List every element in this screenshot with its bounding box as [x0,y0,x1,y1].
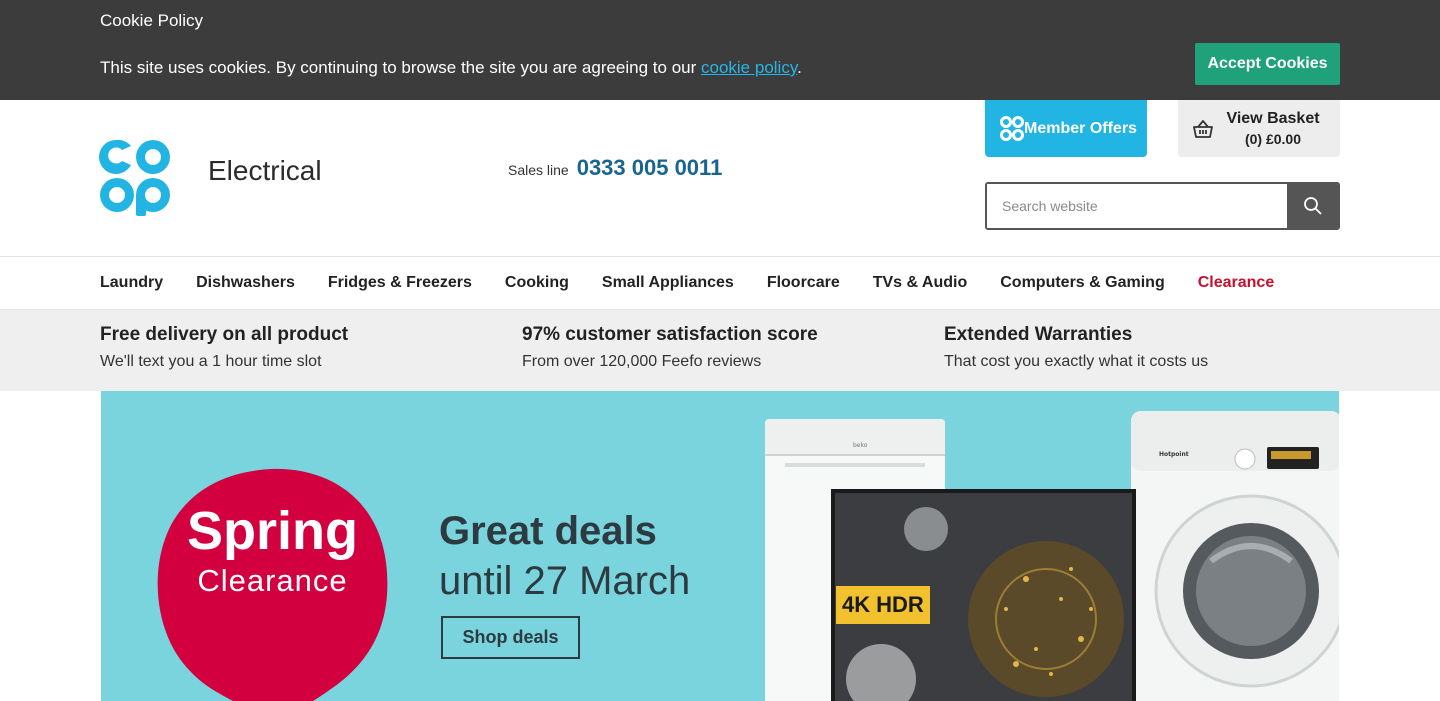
basket-summary: View Basket (0) £0.00 [1214,109,1340,149]
site-brand: Electrical [208,155,322,186]
search-button[interactable] [1287,184,1338,228]
member-offers-button[interactable]: Member Offers [985,100,1147,157]
tv-badge-hdr: HDR [876,592,924,617]
hero-subline: until 27 March [439,559,691,603]
search-bar [985,182,1340,230]
hero-badge-line2: Clearance [197,563,348,598]
spring-clearance-text: Spring Clearance [185,501,360,601]
usp-title: Extended Warranties [944,324,1133,345]
washer-brand: Hotpoint [1159,451,1189,458]
coop-logo[interactable] [98,138,172,216]
usp-title: 97% customer satisfaction score [522,324,818,345]
nav-item-laundry[interactable]: Laundry [100,274,163,292]
sales-line-label: Sales line [508,162,569,178]
hero-headline-block: Great deals until 27 March [439,507,690,607]
cookie-text: This site uses cookies. By continuing to… [100,58,802,78]
nav-item-computers-gaming[interactable]: Computers & Gaming [1000,274,1164,292]
cookie-message: This site uses cookies. By continuing to… [100,58,701,77]
sales-line: Sales line 0333 005 0011 [508,155,722,181]
usp-subtitle: That cost you exactly what it costs us [944,353,1209,370]
basket-title: View Basket [1226,109,1320,127]
usp-subtitle: We'll text you a 1 hour time slot [100,353,322,370]
usp-warranties: Extended Warranties That cost you exactl… [944,324,1208,371]
4k-hdr-badge: 4K HDR [836,586,930,624]
cookie-banner: Cookie Policy This site uses cookies. By… [0,0,1440,100]
hero-headline: Great deals [439,509,657,553]
accept-cookies-button[interactable]: Accept Cookies [1195,43,1340,85]
basket-count-total: (0) £0.00 [1244,130,1302,147]
basket-icon [1193,119,1213,138]
sales-phone-number[interactable]: 0333 005 0011 [577,155,723,181]
member-offers-label: Member Offers [1024,119,1137,137]
cookie-policy-link[interactable]: cookie policy [701,58,797,77]
fridge-brand: beko [853,442,868,449]
search-input[interactable] [987,184,1287,228]
nav-item-floorcare[interactable]: Floorcare [767,274,840,292]
view-basket-button[interactable]: View Basket (0) £0.00 [1178,100,1340,157]
main-navigation: Laundry Dishwashers Fridges & Freezers C… [0,256,1440,310]
tv-badge-4k: 4K [842,592,871,617]
search-icon [1303,197,1322,215]
nav-item-small-appliances[interactable]: Small Appliances [602,274,734,292]
nav-item-dishwashers[interactable]: Dishwashers [196,274,295,292]
usp-bar: Free delivery on all product We'll text … [0,310,1440,391]
washing-machine-image: Hotpoint [1131,411,1339,701]
nav-item-clearance[interactable]: Clearance [1198,274,1275,292]
usp-satisfaction: 97% customer satisfaction score From ove… [522,324,818,371]
nav-item-tvs-audio[interactable]: TVs & Audio [873,274,968,292]
cookie-message-end: . [797,58,802,77]
coop-icon [1000,115,1024,141]
hero-banner[interactable]: Spring Clearance Great deals until 27 Ma… [101,391,1339,701]
shop-deals-button[interactable]: Shop deals [441,616,580,659]
nav-item-fridges-freezers[interactable]: Fridges & Freezers [328,274,472,292]
usp-title: Free delivery on all product [100,324,349,345]
usp-subtitle: From over 120,000 Feefo reviews [522,353,762,370]
nav-item-cooking[interactable]: Cooking [505,274,569,292]
hero-badge-line1: Spring [187,501,358,561]
cookie-title: Cookie Policy [100,11,203,30]
usp-delivery: Free delivery on all product We'll text … [100,324,348,371]
